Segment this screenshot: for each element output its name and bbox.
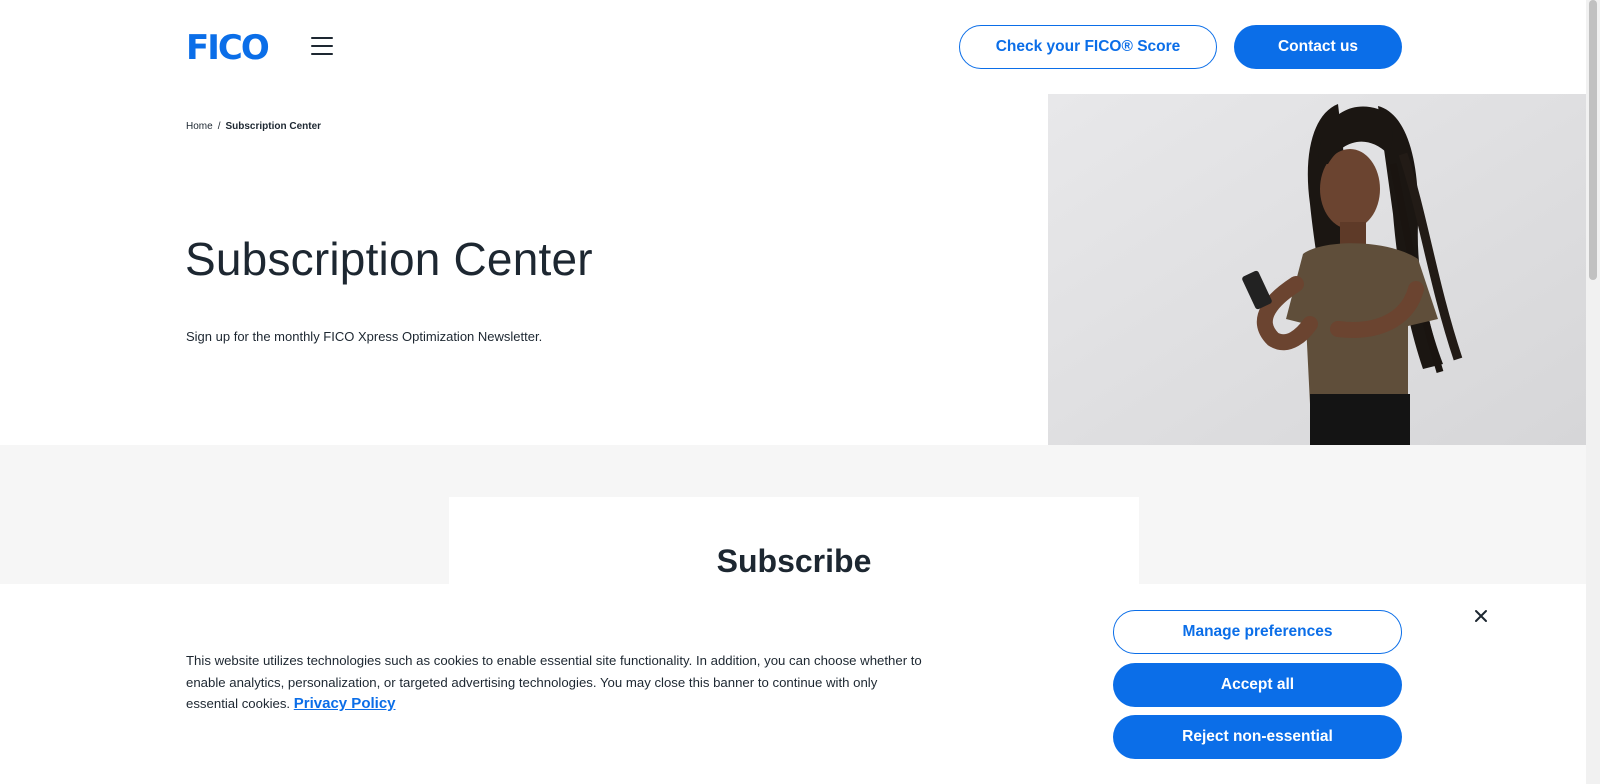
- scrollbar-thumb[interactable]: [1589, 0, 1597, 280]
- woman-with-phone-illustration: [1048, 94, 1586, 445]
- breadcrumb-separator: /: [217, 121, 221, 132]
- subscribe-title: Subscribe: [716, 543, 872, 579]
- fico-logo[interactable]: FICO: [186, 30, 270, 66]
- page-scrollbar[interactable]: [1586, 0, 1600, 784]
- manage-preferences-button[interactable]: Manage preferences: [1113, 610, 1402, 654]
- page-title: Subscription Center: [185, 233, 593, 285]
- breadcrumb: Home / Subscription Center: [186, 121, 321, 132]
- hero-image: [1048, 94, 1586, 445]
- accept-all-button[interactable]: Accept all: [1113, 663, 1402, 707]
- cookie-message: This website utilizes technologies such …: [186, 650, 926, 715]
- page-intro: Sign up for the monthly FICO Xpress Opti…: [186, 329, 543, 344]
- cookie-banner: This website utilizes technologies such …: [0, 584, 1586, 784]
- privacy-policy-link[interactable]: Privacy Policy: [294, 695, 396, 712]
- reject-non-essential-button[interactable]: Reject non-essential: [1113, 715, 1402, 759]
- check-fico-score-button[interactable]: Check your FICO® Score: [959, 25, 1217, 69]
- close-icon[interactable]: [1473, 608, 1489, 624]
- breadcrumb-home-link[interactable]: Home: [186, 121, 213, 132]
- contact-us-button[interactable]: Contact us: [1234, 25, 1402, 69]
- site-header: FICO Check your FICO® Score Contact us: [0, 0, 1586, 94]
- hamburger-menu-icon[interactable]: [311, 36, 335, 58]
- breadcrumb-current: Subscription Center: [225, 121, 322, 132]
